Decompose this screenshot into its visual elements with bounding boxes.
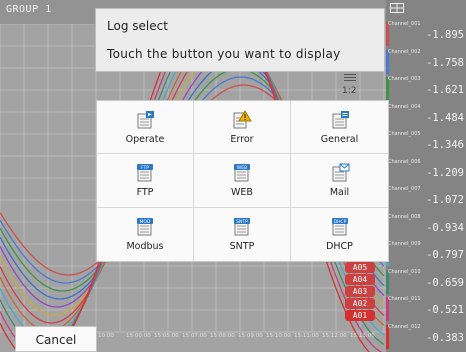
cancel-button[interactable]: Cancel bbox=[15, 326, 97, 352]
web-log-icon: WEB bbox=[231, 163, 253, 183]
error-log-icon bbox=[231, 110, 253, 130]
dhcp-log-button[interactable]: DHCP DHCP bbox=[291, 208, 388, 261]
log-button-label: Mail bbox=[329, 187, 350, 199]
dialog-message: Touch the button you want to display bbox=[107, 47, 341, 61]
general-log-icon bbox=[329, 110, 351, 130]
error-log-button[interactable]: Error bbox=[194, 101, 291, 155]
operate-log-icon bbox=[134, 110, 156, 130]
svg-text:WEB: WEB bbox=[237, 165, 247, 171]
general-log-button[interactable]: General bbox=[291, 101, 388, 155]
log-button-label: DHCP bbox=[326, 240, 353, 252]
log-select-header: Log select Touch the button you want to … bbox=[95, 8, 385, 72]
modbus-log-icon: MOD bbox=[134, 217, 156, 237]
modbus-log-button[interactable]: MOD Modbus bbox=[97, 207, 194, 261]
log-button-label: Operate bbox=[125, 134, 165, 145]
log-button-label: WEB bbox=[231, 187, 253, 199]
log-button-label: General bbox=[320, 134, 359, 145]
ftp-log-button[interactable]: FTP FTP bbox=[97, 154, 194, 208]
ftp-log-icon: FTP bbox=[134, 163, 156, 183]
svg-text:FTP: FTP bbox=[141, 165, 149, 171]
web-log-button[interactable]: WEB WEB bbox=[194, 154, 291, 208]
mail-log-icon bbox=[329, 163, 351, 183]
log-button-label: FTP bbox=[136, 187, 154, 199]
recorder-screen: GROUP 1 1:2 A05 A04 A03 A02 A01 10:00 15:00:0… bbox=[0, 0, 466, 352]
operate-log-button[interactable]: Operate bbox=[97, 101, 194, 155]
svg-text:DHCP: DHCP bbox=[333, 219, 346, 225]
sntp-log-icon: SNTP bbox=[231, 217, 253, 237]
svg-text:SNTP: SNTP bbox=[236, 219, 248, 225]
log-button-label: Modbus bbox=[126, 240, 164, 252]
log-button-grid: Operate Error General FTP FTP WEB WEB Mail MOD Mo… bbox=[96, 100, 389, 262]
dhcp-log-icon: DHCP bbox=[329, 217, 351, 237]
log-button-label: Error bbox=[230, 134, 254, 145]
dialog-title: Log select bbox=[107, 19, 168, 33]
svg-text:MOD: MOD bbox=[140, 219, 151, 225]
sntp-log-button[interactable]: SNTP SNTP bbox=[194, 207, 291, 261]
log-button-label: SNTP bbox=[229, 240, 255, 252]
mail-log-button[interactable]: Mail bbox=[291, 154, 388, 208]
